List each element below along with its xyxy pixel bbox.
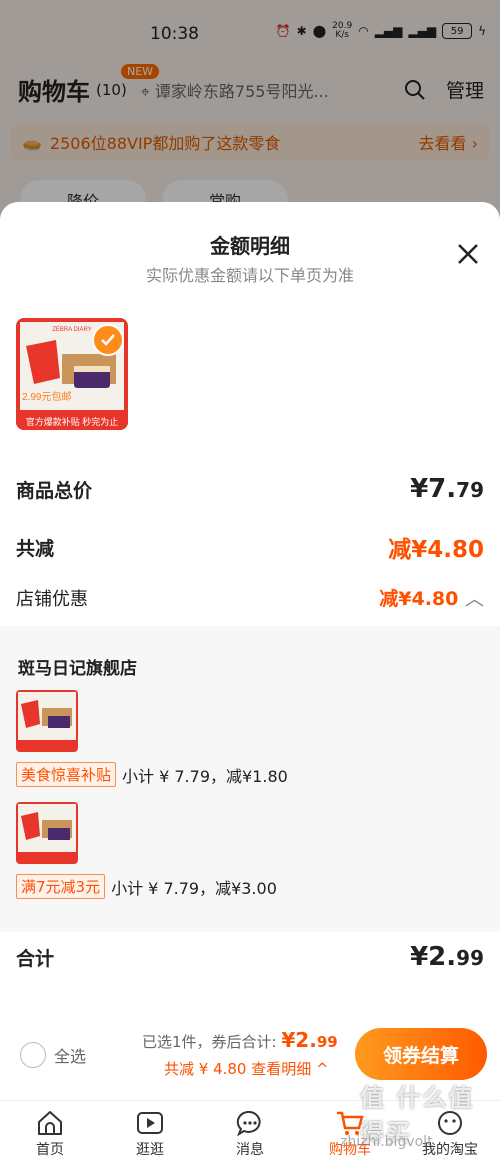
select-all-label: 全选 (54, 1047, 87, 1066)
watermark-text: zhizhi.bigvolt (340, 1134, 433, 1150)
shop-discount-value: 减¥4.80 ︿ (379, 588, 484, 610)
promo-text: 小计 ¥ 7.79，减¥3.00 (111, 878, 277, 898)
total-row: 合计 ¥2.99 (16, 942, 484, 972)
discount-value: 减¥4.80 (388, 537, 484, 563)
home-icon (38, 1111, 62, 1135)
list-item: 满7元减3元 小计 ¥ 7.79，减¥3.00 (16, 802, 476, 899)
tab-home[interactable]: 首页 (0, 1101, 100, 1164)
discount-row: 共减 减¥4.80 (16, 530, 484, 564)
product-thumbnail (16, 802, 78, 864)
chevron-up-icon: ︿ (464, 588, 484, 610)
play-icon (137, 1112, 163, 1134)
list-item: 美食惊喜补贴 小计 ¥ 7.79，减¥1.80 (16, 690, 476, 787)
checkmark-icon[interactable] (92, 324, 124, 356)
message-icon (236, 1110, 261, 1137)
promo-tag: 美食惊喜补贴 (16, 762, 117, 787)
shop-discount-label: 店铺优惠 (16, 588, 88, 610)
store-name: 斑马日记旗舰店 (18, 659, 137, 679)
tab-label: 逛逛 (136, 1142, 164, 1158)
promo-line: 美食惊喜补贴 小计 ¥ 7.79，减¥1.80 (16, 762, 476, 787)
selected-summary: 已选1件，券后合计: ¥2.99 (142, 1028, 338, 1052)
close-icon[interactable] (454, 240, 482, 268)
tab-label: 首页 (36, 1142, 64, 1158)
checkout-amount: ¥2.99 (281, 1028, 338, 1052)
sheet-title: 金额明细 (210, 234, 290, 258)
tab-messages[interactable]: 消息 (200, 1101, 300, 1164)
store-detail-box: 斑马日记旗舰店 美食惊喜补贴 小计 ¥ 7.79，减¥1.80 满7元减3元 小… (0, 626, 500, 932)
product-caption: 官方爆款补贴 秒完为止 (26, 416, 119, 427)
product-price-tag: 2.99元包邮 (22, 390, 71, 403)
product-brand-text: ZEBRA DIARY (52, 327, 92, 333)
tab-browse[interactable]: 逛逛 (100, 1101, 200, 1164)
subtotal-label: 商品总价 (16, 479, 93, 502)
total-label: 合计 (16, 947, 55, 970)
subtotal-row: 商品总价 ¥7.79 (16, 474, 484, 504)
discount-label: 共减 (16, 537, 55, 560)
view-detail-link[interactable]: 共减 ¥ 4.80 查看明细 ^ (164, 1058, 329, 1079)
promo-text: 小计 ¥ 7.79，减¥1.80 (122, 766, 288, 786)
product-thumbnail (16, 690, 78, 752)
checkout-button[interactable]: 领券结算 (355, 1028, 487, 1080)
select-all[interactable]: 全选 (20, 1042, 86, 1068)
shop-discount-row[interactable]: 店铺优惠 减¥4.80 ︿ (16, 584, 484, 611)
total-value: ¥2.99 (410, 942, 484, 972)
select-all-radio[interactable] (20, 1042, 46, 1068)
promo-tag: 满7元减3元 (16, 874, 106, 899)
sheet-subtitle: 实际优惠金额请以下单页为准 (145, 266, 354, 285)
promo-line: 满7元减3元 小计 ¥ 7.79，减¥3.00 (16, 874, 476, 899)
tab-label: 消息 (236, 1142, 264, 1158)
subtotal-value: ¥7.79 (410, 474, 484, 504)
